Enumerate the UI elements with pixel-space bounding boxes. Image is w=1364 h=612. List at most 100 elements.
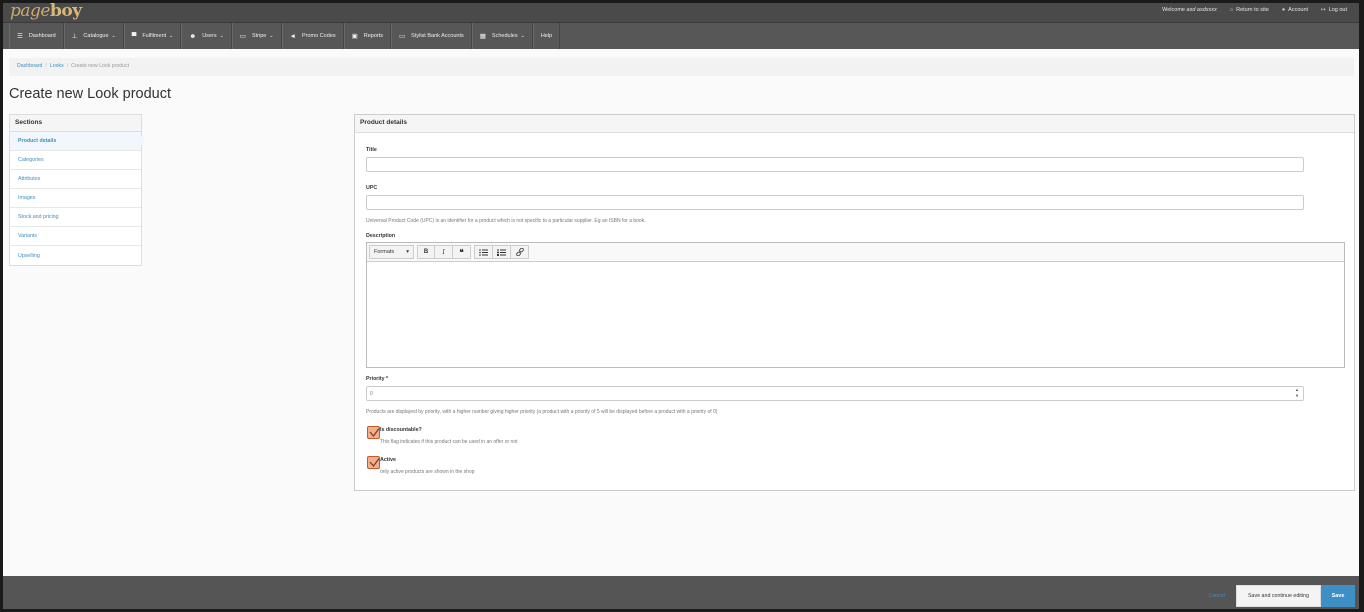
format-button-group: B I ❝ (417, 245, 471, 259)
active-help-text: only active products are shown in the sh… (380, 469, 475, 475)
priority-spinner[interactable]: ▲ ▼ (1295, 387, 1299, 399)
priority-input[interactable]: 0 ▲ ▼ (366, 386, 1304, 401)
welcome-user: asd asdxxxx (1186, 7, 1217, 13)
checkmark-icon (369, 428, 380, 438)
return-to-site-label: Return to site (1236, 7, 1269, 13)
chevron-down-icon: ⌄ (520, 33, 525, 39)
nav-list: ☰ Dashboard ⊥ Catalogue ⌄ ▀ Fulfilment ⌄ ☻ Users ⌄… (9, 23, 1359, 49)
upc-input[interactable] (366, 195, 1304, 210)
nav-item-label: Dashboard (28, 33, 56, 39)
nav-item-fulfilment[interactable]: ▀ Fulfilment ⌄ (123, 23, 182, 49)
users-icon: ☻ (189, 32, 197, 40)
nav-item-label: Catalogue (83, 33, 109, 39)
formats-label: Formats (374, 249, 395, 255)
chevron-down-icon: ⌄ (169, 33, 174, 39)
nav-item-label: Stripe (251, 33, 267, 39)
site-logo[interactable]: pageboy (10, 3, 82, 21)
nav-item-stylist-bank-accounts[interactable]: ▭ Stylist Bank Accounts (391, 23, 472, 49)
nav-item-dashboard[interactable]: ☰ Dashboard (9, 23, 64, 49)
section-categories[interactable]: Categories (10, 151, 141, 170)
sitemap-icon: ⊥ (71, 33, 78, 40)
description-label: Description (366, 233, 396, 239)
bold-icon[interactable]: B (417, 245, 435, 259)
upc-label: UPC (366, 185, 378, 191)
save-and-continue-button[interactable]: Save and continue editing (1236, 585, 1321, 607)
caret-down-icon: ▾ (406, 249, 409, 255)
section-variants[interactable]: Variants (10, 227, 141, 246)
panel-heading: Product details (355, 115, 1354, 133)
bullet-list-icon[interactable] (474, 245, 493, 259)
nav-item-catalogue[interactable]: ⊥ Catalogue ⌄ (63, 23, 124, 49)
nav-item-label: Fulfilment (142, 33, 167, 39)
product-details-panel: Product details Title UPC Universal Prod… (354, 114, 1355, 491)
account-label: Account (1288, 7, 1309, 13)
section-upselling[interactable]: Upselling (10, 246, 141, 265)
cart-icon: ▀ (131, 32, 137, 40)
description-editor: Formats ▾ B I ❝ (366, 242, 1345, 368)
breadcrumb-current: Create new Look product (71, 63, 130, 69)
chevron-down-icon: ⌄ (269, 33, 274, 39)
active-label: Active (380, 457, 396, 463)
section-images[interactable]: Images (10, 189, 141, 208)
chevron-down-icon: ⌄ (219, 33, 224, 39)
numbered-list-icon[interactable] (493, 245, 511, 259)
log-out-label: Log out (1328, 7, 1347, 13)
discountable-label: Is discountable? (380, 427, 422, 433)
welcome-text: Welcome asd asdxxxx (1162, 7, 1217, 13)
chevron-down-icon: ⌄ (111, 33, 116, 39)
section-product-details[interactable]: Product details (10, 132, 146, 151)
nav-item-label: Schedules (491, 33, 518, 39)
return-to-site-link[interactable]: ⌂ Return to site (1230, 7, 1269, 13)
bullhorn-icon: ◄ (289, 32, 296, 40)
main-nav: ☰ Dashboard ⊥ Catalogue ⌄ ▀ Fulfilment ⌄ ☻ Users ⌄… (3, 22, 1359, 49)
home-icon: ⌂ (1229, 7, 1234, 13)
account-link[interactable]: ● Account (1282, 7, 1308, 13)
save-button[interactable]: Save (1321, 585, 1355, 607)
nav-item-schedules[interactable]: ▦ Schedules ⌄ (471, 23, 533, 49)
nav-item-label: Help (540, 33, 553, 39)
italic-icon[interactable]: I (435, 245, 453, 259)
priority-help-text: Products are displayed by priority, with… (366, 409, 718, 415)
calendar-icon: ▦ (479, 33, 486, 40)
breadcrumb-dashboard[interactable]: Dashboard (17, 63, 42, 69)
editor-content-area[interactable] (367, 263, 1344, 367)
link-icon[interactable] (511, 245, 529, 259)
credit-card-icon: ▭ (399, 33, 406, 40)
welcome-prefix: Welcome (1162, 7, 1185, 13)
cancel-link[interactable]: Cancel (1209, 593, 1226, 599)
nav-item-stripe[interactable]: ▭ Stripe ⌄ (231, 23, 282, 49)
blockquote-icon[interactable]: ❝ (453, 245, 471, 259)
breadcrumb-separator: / (45, 63, 47, 69)
app-window: pageboy Welcome asd asdxxxx ⌂ Return to s… (3, 3, 1359, 609)
active-checkbox[interactable] (367, 456, 380, 469)
title-input[interactable] (366, 157, 1304, 172)
breadcrumb-separator: / (66, 63, 69, 69)
nav-item-label: Stylist Bank Accounts (411, 33, 464, 39)
user-links: Welcome asd asdxxxx ⌂ Return to site ● Acc… (1162, 7, 1347, 13)
nav-item-users[interactable]: ☻ Users ⌄ (181, 23, 232, 49)
checkmark-icon (369, 458, 380, 468)
priority-value: 0 (370, 391, 373, 397)
discountable-checkbox[interactable] (367, 426, 380, 439)
section-stock-and-pricing[interactable]: Stock and pricing (10, 208, 141, 227)
priority-label: Priority * (366, 376, 389, 382)
sections-sidebar: Sections Product details Categories Attr… (9, 114, 146, 266)
top-header: pageboy Welcome asd asdxxxx ⌂ Return to s… (3, 3, 1359, 22)
nav-item-help[interactable]: Help (532, 23, 561, 49)
upc-help-text: Universal Product Code (UPC) is an ident… (366, 218, 646, 224)
nav-item-label: Users (202, 33, 217, 39)
nav-item-label: Promo Codes (301, 33, 336, 39)
form-actions-footer: Cancel Save and continue editing Save (3, 576, 1359, 609)
page-title: Create new Look product (9, 86, 172, 102)
breadcrumb-looks[interactable]: Looks (50, 63, 64, 69)
nav-item-reports[interactable]: ▣ Reports (343, 23, 392, 49)
logo-text-left: page (10, 3, 50, 21)
formats-dropdown[interactable]: Formats ▾ (369, 245, 414, 259)
editor-toolbar: Formats ▾ B I ❝ (367, 243, 1344, 262)
log-out-link[interactable]: ↦ Log out (1321, 7, 1347, 13)
spinner-down-icon[interactable]: ▼ (1295, 393, 1299, 399)
nav-item-promo-codes[interactable]: ◄ Promo Codes (281, 23, 344, 49)
section-attributes[interactable]: Attributes (10, 170, 141, 189)
list-button-group (474, 245, 529, 259)
credit-card-icon: ▭ (239, 33, 246, 40)
